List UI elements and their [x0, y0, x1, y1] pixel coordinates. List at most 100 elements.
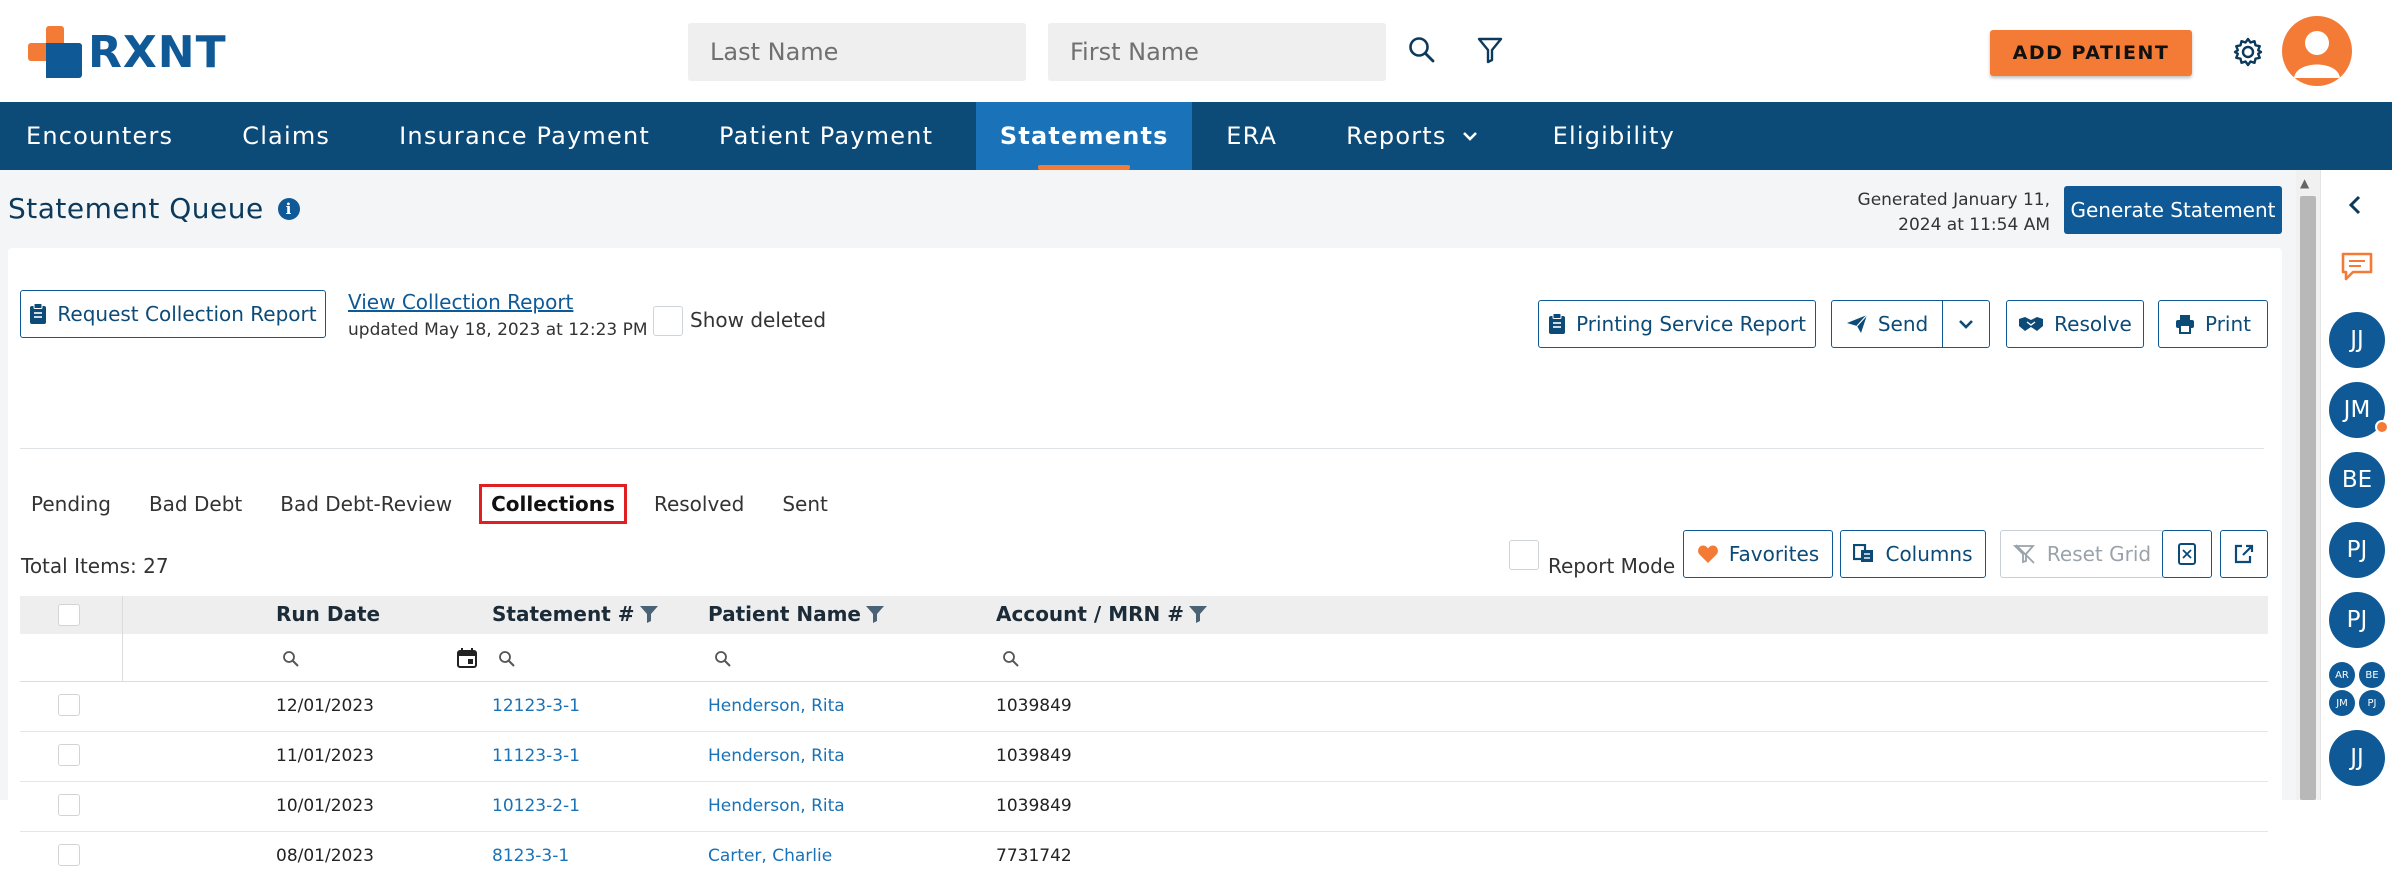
print-button[interactable]: Print — [2158, 300, 2268, 348]
nav-reports[interactable]: Reports — [1303, 102, 1504, 170]
chat-avatar-pj[interactable]: PJ — [2329, 522, 2385, 578]
first-name-input[interactable] — [1048, 23, 1386, 81]
main-nav: Encounters Claims Insurance Payment Pati… — [0, 102, 2392, 170]
printing-service-report-button[interactable]: Printing Service Report — [1538, 300, 1816, 348]
group-avatar-jm: JM — [2329, 690, 2355, 716]
top-header: RXNT ADD PATIENT — [0, 0, 2392, 102]
column-header-patient-name[interactable]: Patient Name — [708, 602, 885, 626]
generate-statement-button[interactable]: Generate Statement — [2064, 186, 2282, 234]
tab-bad-debt-review[interactable]: Bad Debt-Review — [269, 484, 463, 524]
table-row[interactable]: 12/01/2023 12123-3-1 Henderson, Rita 103… — [20, 682, 2268, 732]
chat-avatar-jj[interactable]: JJ — [2329, 312, 2385, 368]
grid-header-row: Run Date Statement # Patient Name Accoun… — [20, 596, 2268, 634]
page-title-text: Statement Queue — [8, 192, 264, 225]
patient-link[interactable]: Henderson, Rita — [708, 796, 845, 816]
search-icon[interactable] — [1402, 30, 1442, 70]
group-avatar-ar: AR — [2329, 662, 2355, 688]
scroll-up-arrow-icon[interactable]: ▲ — [2300, 176, 2309, 190]
row-checkbox[interactable] — [58, 694, 80, 716]
patient-link[interactable]: Carter, Charlie — [708, 846, 832, 866]
generated-line1: Generated January 11, — [1857, 190, 2050, 210]
nav-claims[interactable]: Claims — [199, 102, 356, 170]
clipboard-icon — [1549, 313, 1566, 334]
logo-cross-icon — [28, 26, 82, 78]
filter-icon[interactable] — [1470, 30, 1510, 70]
toolbar-divider — [20, 448, 2264, 449]
table-row[interactable]: 11/01/2023 11123-3-1 Henderson, Rita 103… — [20, 732, 2268, 782]
add-patient-button[interactable]: ADD PATIENT — [1990, 30, 2192, 76]
nav-statements[interactable]: Statements — [976, 102, 1193, 170]
column-header-run-date[interactable]: Run Date — [276, 602, 380, 626]
funnel-icon[interactable] — [865, 604, 885, 624]
export-excel-button[interactable] — [2162, 530, 2212, 578]
patient-link[interactable]: Henderson, Rita — [708, 696, 845, 716]
printer-icon — [2175, 315, 2194, 334]
search-icon[interactable] — [282, 650, 300, 668]
unread-indicator — [2375, 420, 2389, 434]
statement-link[interactable]: 11123-3-1 — [492, 746, 580, 766]
nav-eligibility[interactable]: Eligibility — [1505, 102, 1701, 170]
statement-link[interactable]: 12123-3-1 — [492, 696, 580, 716]
show-deleted-checkbox[interactable] — [653, 306, 683, 336]
funnel-icon[interactable] — [639, 604, 659, 624]
search-icon[interactable] — [714, 650, 732, 668]
user-avatar[interactable] — [2282, 16, 2352, 86]
column-header-account-mrn[interactable]: Account / MRN # — [996, 602, 1208, 626]
tab-resolved[interactable]: Resolved — [643, 484, 755, 524]
nav-patient-payment[interactable]: Patient Payment — [676, 102, 959, 170]
last-name-input[interactable] — [688, 23, 1026, 81]
main-content: Statement Queue i Generated January 11, … — [0, 170, 2296, 882]
search-icon[interactable] — [498, 650, 516, 668]
chevron-left-icon[interactable] — [2347, 194, 2363, 216]
calendar-icon[interactable] — [456, 647, 478, 669]
resolve-button[interactable]: Resolve — [2006, 300, 2144, 348]
tab-sent[interactable]: Sent — [771, 484, 839, 524]
nav-encounters[interactable]: Encounters — [0, 102, 199, 170]
rxnt-logo[interactable]: RXNT — [28, 26, 227, 78]
export-button[interactable] — [2220, 530, 2268, 578]
row-checkbox[interactable] — [58, 794, 80, 816]
nav-era[interactable]: ERA — [1192, 102, 1303, 170]
nav-insurance-payment[interactable]: Insurance Payment — [356, 102, 676, 170]
statement-link[interactable]: 8123-3-1 — [492, 846, 569, 866]
patient-link[interactable]: Henderson, Rita — [708, 746, 845, 766]
send-dropdown-button[interactable] — [1942, 300, 1990, 348]
run-date-cell: 10/01/2023 — [276, 796, 374, 816]
send-button[interactable]: Send — [1831, 300, 1943, 348]
tab-pending[interactable]: Pending — [20, 484, 122, 524]
row-checkbox[interactable] — [58, 744, 80, 766]
tab-collections[interactable]: Collections — [479, 484, 627, 524]
tab-bad-debt[interactable]: Bad Debt — [138, 484, 253, 524]
share-export-icon — [2234, 544, 2254, 564]
columns-icon — [1853, 544, 1874, 562]
gear-icon[interactable] — [2228, 32, 2268, 72]
view-collection-report-link[interactable]: View Collection Report — [348, 290, 573, 314]
search-icon[interactable] — [1002, 650, 1020, 668]
excel-export-icon — [2178, 543, 2196, 565]
info-icon[interactable]: i — [277, 197, 300, 220]
report-mode-checkbox[interactable] — [1509, 540, 1539, 570]
chat-avatar-jj-2[interactable]: JJ — [2329, 730, 2385, 786]
run-date-cell: 08/01/2023 — [276, 846, 374, 866]
reset-grid-button[interactable]: Reset Grid — [2000, 530, 2164, 578]
chat-icon[interactable] — [2339, 250, 2375, 284]
columns-button[interactable]: Columns — [1840, 530, 1986, 578]
table-row[interactable]: 08/01/2023 8123-3-1 Carter, Charlie 7731… — [20, 832, 2268, 882]
chat-avatar-be[interactable]: BE — [2329, 452, 2385, 508]
resolve-label: Resolve — [2054, 312, 2132, 336]
statement-link[interactable]: 10123-2-1 — [492, 796, 580, 816]
column-header-statement[interactable]: Statement # — [492, 602, 659, 626]
favorites-button[interactable]: Favorites — [1683, 530, 1833, 578]
clipboard-icon — [30, 303, 47, 324]
logo-text: RXNT — [88, 26, 227, 78]
table-row[interactable]: 10/01/2023 10123-2-1 Henderson, Rita 103… — [20, 782, 2268, 832]
account-cell: 7731742 — [996, 846, 1072, 866]
row-checkbox[interactable] — [58, 844, 80, 866]
select-all-checkbox[interactable] — [58, 604, 80, 626]
request-collection-report-button[interactable]: Request Collection Report — [20, 290, 326, 338]
grid-column-divider — [122, 596, 123, 682]
grid-filter-row — [20, 634, 2268, 682]
chat-avatar-pj-2[interactable]: PJ — [2329, 592, 2385, 648]
funnel-icon[interactable] — [1188, 604, 1208, 624]
scrollbar-thumb[interactable] — [2300, 196, 2316, 800]
